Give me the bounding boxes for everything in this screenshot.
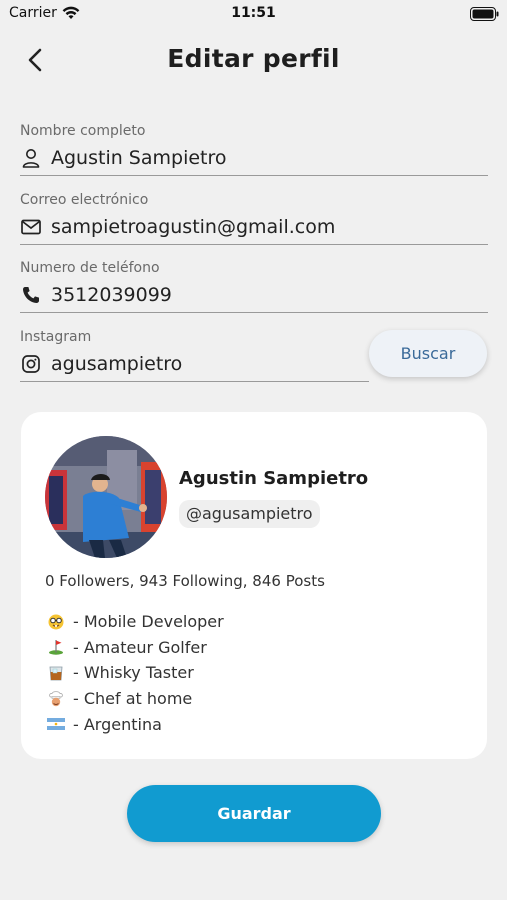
bio-text: - Mobile Developer [73, 612, 224, 632]
avatar [45, 436, 167, 558]
person-icon [20, 147, 42, 169]
phone-label: Numero de teléfono [20, 260, 160, 276]
bio-text: - Argentina [73, 714, 162, 734]
status-bar: Carrier 11:51 [0, 0, 507, 28]
search-button[interactable]: Buscar [369, 330, 487, 377]
bio-text: - Chef at home [73, 689, 193, 709]
profile-stats: 0 Followers, 943 Following, 846 Posts [45, 572, 325, 590]
profile-name: Agustin Sampietro [179, 468, 369, 489]
bio-list: - Mobile Developer - Amateur Golfer - Wh… [45, 609, 224, 737]
profile-card: Agustin Sampietro @agusampietro 0 Follow… [21, 412, 487, 759]
email-label: Correo electrónico [20, 192, 149, 208]
bio-item: - Whisky Taster [45, 660, 224, 686]
instagram-field: Instagram [20, 328, 369, 382]
email-field: Correo electrónico [20, 191, 488, 245]
name-input[interactable] [51, 141, 488, 174]
phone-icon [20, 284, 42, 306]
golf-flag-emoji-icon [45, 638, 67, 656]
bio-item: - Argentina [45, 711, 224, 737]
whisky-glass-emoji-icon [45, 664, 67, 682]
battery-icon [470, 7, 499, 21]
bio-item: - Chef at home [45, 686, 224, 712]
bio-item: - Mobile Developer [45, 609, 224, 635]
chef-emoji-icon [45, 690, 67, 708]
name-field: Nombre completo [20, 122, 488, 176]
instagram-icon [20, 353, 42, 375]
instagram-input[interactable] [51, 347, 369, 380]
argentina-flag-emoji-icon [45, 715, 67, 733]
bio-text: - Whisky Taster [73, 663, 194, 683]
bio-text: - Amateur Golfer [73, 637, 207, 657]
instagram-label: Instagram [20, 329, 92, 345]
bio-item: - Amateur Golfer [45, 635, 224, 661]
phone-field: Numero de teléfono [20, 259, 488, 313]
email-input[interactable] [51, 210, 488, 243]
name-label: Nombre completo [20, 123, 146, 139]
page-title: Editar perfil [167, 44, 340, 73]
username-chip: @agusampietro [179, 500, 320, 528]
phone-input[interactable] [51, 278, 488, 311]
mail-icon [20, 216, 42, 238]
nerd-face-emoji-icon [45, 613, 67, 631]
clock: 11:51 [231, 5, 276, 21]
save-button[interactable]: Guardar [127, 785, 381, 842]
